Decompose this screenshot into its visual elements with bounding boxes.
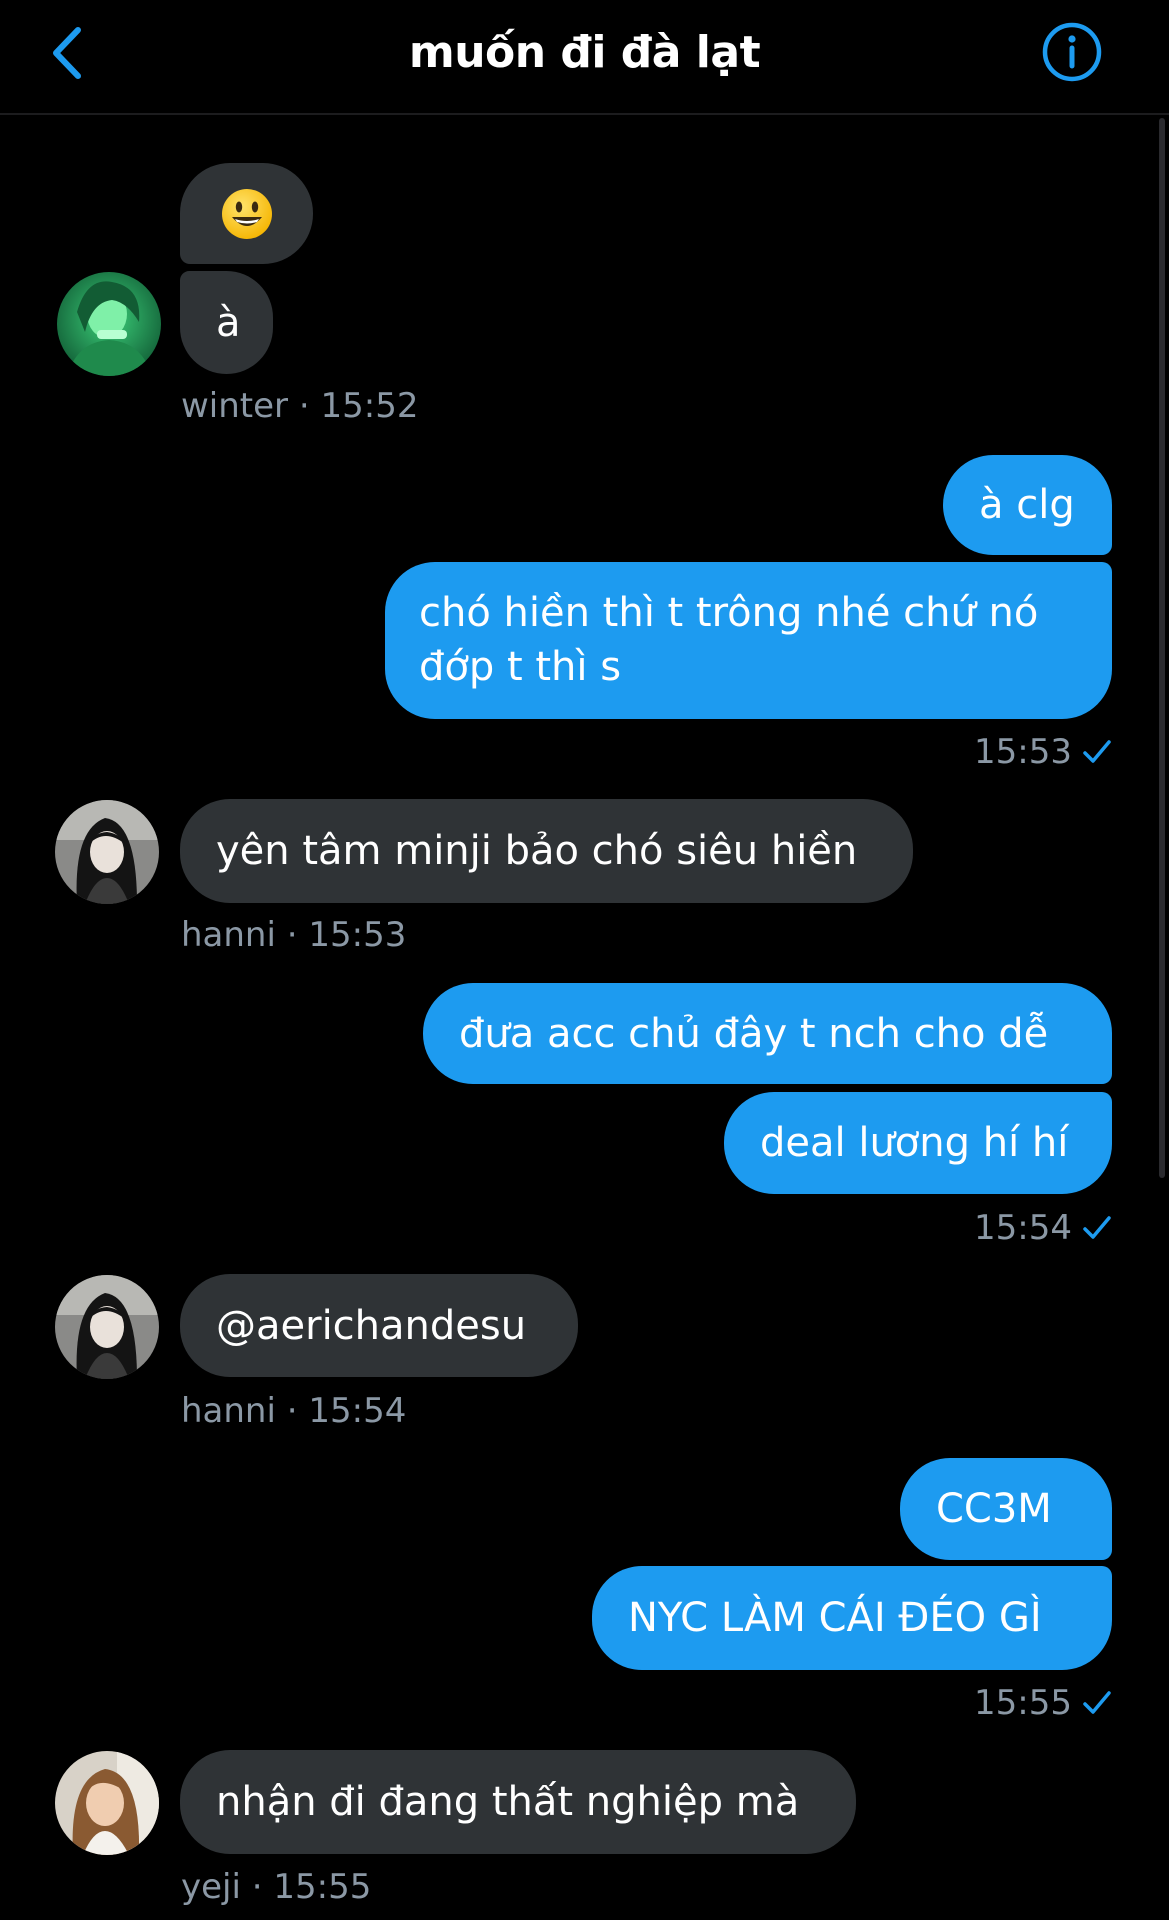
meta-separator: · xyxy=(275,1391,309,1431)
message-text: deal lương hí hí xyxy=(760,1120,1069,1166)
avatar-image xyxy=(55,800,159,904)
message-text: yên tâm minji bảo chó siêu hiền xyxy=(216,828,858,874)
message-time: 15:55 xyxy=(974,1683,1072,1723)
message-bubble-outgoing[interactable]: à clg xyxy=(943,455,1112,555)
message-meta: 15:55 xyxy=(974,1683,1112,1723)
message-time: 15:52 xyxy=(320,386,419,426)
message-text: chó hiền thì t trông nhé chứ nó đớp t th… xyxy=(419,590,1039,690)
message-bubble-incoming[interactable] xyxy=(180,163,313,264)
avatar-yeji[interactable] xyxy=(55,1751,159,1855)
message-time: 15:53 xyxy=(974,732,1072,772)
message-bubble-incoming[interactable]: yên tâm minji bảo chó siêu hiền xyxy=(180,799,913,903)
scrollbar[interactable] xyxy=(1159,118,1165,1178)
read-check-icon xyxy=(1083,740,1111,763)
message-text: à clg xyxy=(979,482,1075,528)
message-time: 15:54 xyxy=(974,1208,1072,1248)
meta-separator: · xyxy=(240,1867,274,1907)
sender-name: hanni xyxy=(181,1391,276,1431)
read-check-icon xyxy=(1083,1216,1111,1239)
message-text: đưa acc chủ đây t nch cho dễ xyxy=(459,1010,1049,1057)
sender-name: winter xyxy=(181,386,289,426)
message-bubble-incoming[interactable]: à xyxy=(180,271,273,374)
avatar-hanni[interactable] xyxy=(55,800,159,904)
meta-separator: · xyxy=(288,386,321,426)
message-text: NYC LÀM CÁI ĐÉO GÌ xyxy=(628,1595,1042,1641)
avatar-hanni[interactable] xyxy=(55,1275,159,1379)
sender-name: hanni xyxy=(181,915,276,955)
message-meta: 15:54 xyxy=(974,1208,1112,1248)
message-meta: hanni · 15:54 xyxy=(181,1391,406,1431)
message-bubble-incoming[interactable]: @aerichandesu xyxy=(180,1274,578,1377)
conversation-info-button[interactable] xyxy=(1041,21,1103,83)
message-bubble-outgoing[interactable]: NYC LÀM CÁI ĐÉO GÌ xyxy=(592,1566,1112,1670)
message-meta: 15:53 xyxy=(974,732,1112,772)
avatar-winter[interactable] xyxy=(57,272,161,376)
message-text: @aerichandesu xyxy=(216,1302,527,1349)
message-meta: yeji · 15:55 xyxy=(181,1867,371,1907)
message-meta: winter · 15:52 xyxy=(181,386,418,426)
sender-name: yeji xyxy=(181,1867,241,1907)
read-check-icon xyxy=(1083,1691,1111,1714)
message-time: 15:53 xyxy=(308,915,407,955)
message-text: CC3M xyxy=(936,1486,1052,1532)
message-text: à xyxy=(216,299,241,346)
smiley-face-emoji xyxy=(221,188,272,239)
info-circle-icon xyxy=(1042,22,1102,82)
message-bubble-outgoing[interactable]: chó hiền thì t trông nhé chứ nó đớp t th… xyxy=(385,562,1112,719)
conversation-header: muốn đi đà lạt xyxy=(0,0,1169,115)
message-time: 15:54 xyxy=(308,1391,407,1431)
message-text: nhận đi đang thất nghiệp mà xyxy=(216,1779,800,1825)
message-time: 15:55 xyxy=(273,1867,372,1907)
avatar-image xyxy=(57,272,161,376)
message-bubble-outgoing[interactable]: deal lương hí hí xyxy=(724,1092,1112,1194)
avatar-image xyxy=(55,1751,159,1855)
dm-conversation-screen: muốn đi đà lạt à winter · 15:52 à clg ch… xyxy=(0,0,1169,1920)
message-bubble-incoming[interactable]: nhận đi đang thất nghiệp mà xyxy=(180,1750,856,1854)
message-bubble-outgoing[interactable]: CC3M xyxy=(900,1458,1112,1560)
conversation-title[interactable]: muốn đi đà lạt xyxy=(0,24,1169,82)
message-meta: hanni · 15:53 xyxy=(181,915,406,955)
avatar-image xyxy=(55,1275,159,1379)
meta-separator: · xyxy=(275,915,309,955)
message-bubble-outgoing[interactable]: đưa acc chủ đây t nch cho dễ xyxy=(423,983,1112,1084)
